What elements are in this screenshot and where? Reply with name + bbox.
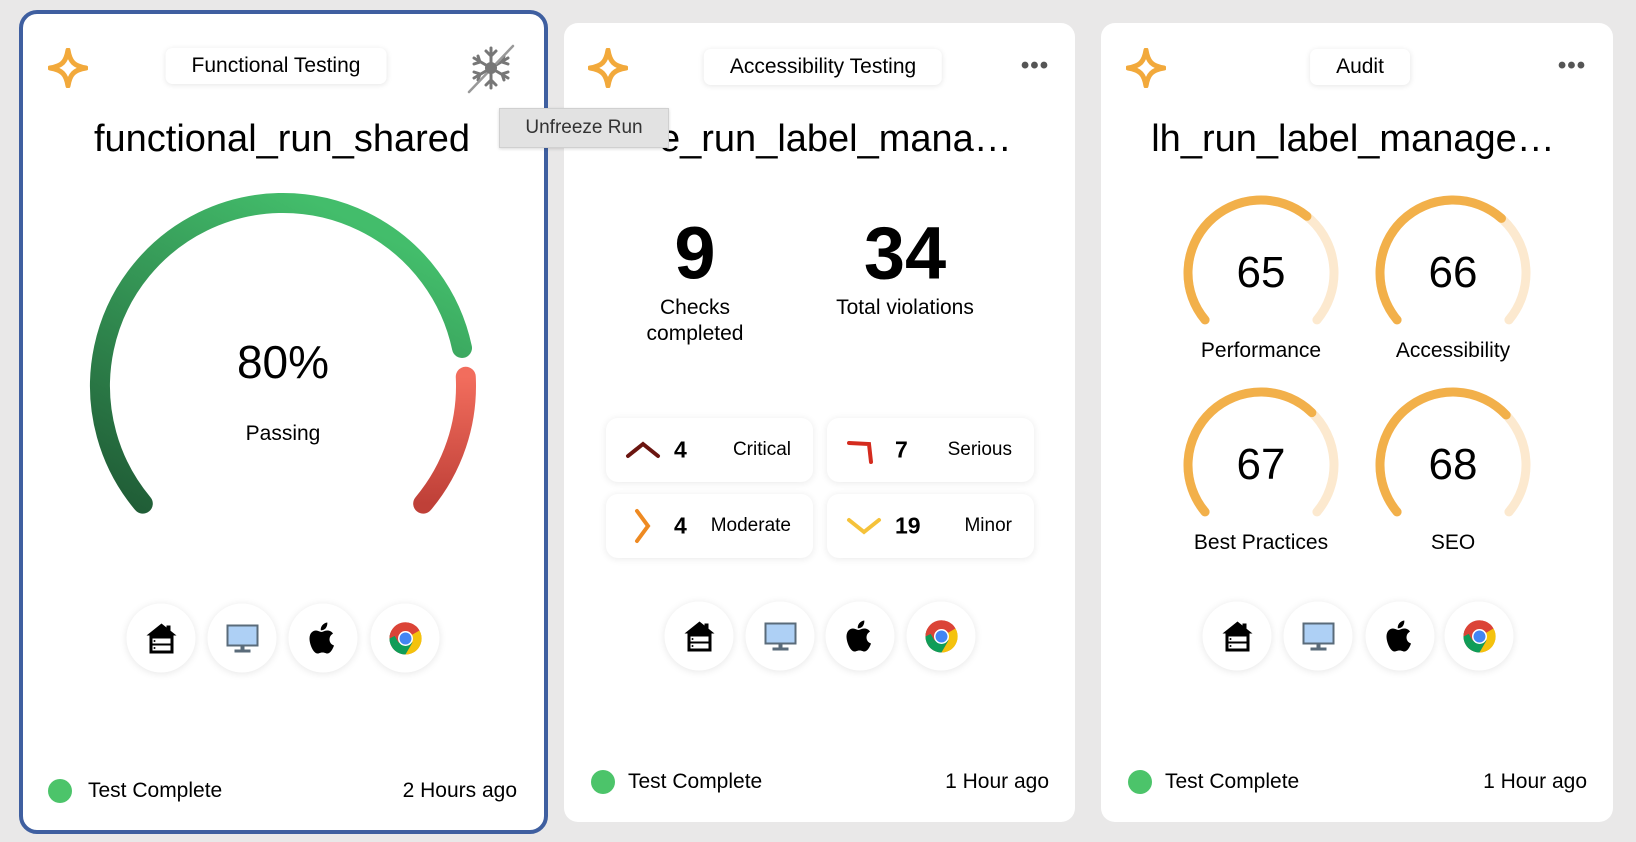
monitor-badge[interactable] [745, 601, 815, 671]
score-label: Accessibility [1395, 339, 1511, 362]
moderate-chevron-right-icon [635, 509, 651, 543]
server-house-icon [146, 623, 176, 653]
severity-count: 4 [674, 436, 687, 463]
severity-count: 19 [895, 512, 921, 539]
monitor-icon [226, 624, 258, 652]
unfreeze-snowflake-icon[interactable] [465, 42, 517, 94]
chrome-icon [1462, 619, 1496, 653]
score-label: Performance [1200, 339, 1322, 362]
severity-moderate[interactable]: 4 Moderate [606, 494, 813, 558]
unfreeze-run-tooltip: Unfreeze Run [499, 108, 669, 148]
total-violations-value: 34 [863, 211, 947, 295]
apple-badge[interactable] [288, 603, 358, 673]
chrome-badge[interactable] [370, 603, 440, 673]
more-options-icon[interactable]: ••• [1021, 52, 1049, 80]
score-value: 65 [1236, 248, 1286, 297]
checks-label-line1: Checks [659, 296, 731, 319]
sparkle-icon [48, 48, 88, 88]
severity-count: 4 [674, 512, 687, 539]
severity-label: Moderate [710, 515, 791, 536]
time-ago: 1 Hour ago [1483, 770, 1587, 793]
score-label: SEO [1430, 531, 1476, 554]
sparkle-icon [1126, 48, 1166, 88]
severity-count: 7 [895, 436, 908, 463]
monitor-badge[interactable] [207, 603, 277, 673]
monitor-badge[interactable] [1283, 601, 1353, 671]
sparkle-icon [588, 48, 628, 88]
severity-label: Critical [732, 439, 791, 460]
apple-icon [309, 622, 334, 653]
server-house-badge[interactable] [664, 601, 734, 671]
more-options-icon[interactable]: ••• [1558, 52, 1586, 80]
minor-chevron-down-icon [847, 518, 881, 535]
serious-corner-icon [847, 441, 873, 464]
score-value: 66 [1428, 248, 1478, 297]
status-complete-dot [591, 770, 615, 794]
chrome-icon [924, 619, 958, 653]
severity-label: Minor [964, 515, 1012, 536]
server-house-badge[interactable] [1202, 601, 1272, 671]
status-complete-dot [48, 779, 72, 803]
checks-completed-label: Checks completed [647, 295, 744, 347]
server-house-badge[interactable] [126, 603, 196, 673]
status-text: Test Complete [1165, 770, 1300, 793]
passing-percent: 80% [236, 336, 330, 388]
run-title[interactable]: functional_run_shared [94, 118, 470, 161]
run-title[interactable]: lh_run_label_manage… [1151, 118, 1555, 161]
server-house-icon [1222, 621, 1252, 651]
severity-minor[interactable]: 19 Minor [827, 494, 1034, 558]
time-ago: 2 Hours ago [402, 779, 517, 802]
apple-badge[interactable] [1365, 601, 1435, 671]
checks-label-line2: completed [646, 322, 744, 345]
passing-caption: Passing [245, 422, 321, 445]
time-ago: 1 Hour ago [945, 770, 1049, 793]
severity-label: Serious [947, 439, 1012, 460]
status-text: Test Complete [88, 779, 223, 802]
chrome-badge[interactable] [906, 601, 976, 671]
run-title[interactable]: e_run_label_mana… [659, 118, 1012, 161]
chrome-icon [388, 621, 422, 655]
card-type-label: Accessibility Testing [703, 49, 943, 85]
apple-icon [846, 620, 871, 651]
score-label: Best Practices [1193, 531, 1329, 554]
score-value: 67 [1236, 440, 1286, 489]
chrome-badge[interactable] [1444, 601, 1514, 671]
severity-serious[interactable]: 7 Serious [827, 418, 1034, 482]
server-house-icon [684, 621, 714, 651]
critical-chevron-up-icon [626, 441, 660, 458]
status-text: Test Complete [628, 770, 763, 793]
card-type-label: Audit [1310, 49, 1410, 85]
apple-icon [1386, 620, 1411, 651]
severity-critical[interactable]: 4 Critical [606, 418, 813, 482]
total-violations-label: Total violations [836, 296, 974, 319]
monitor-icon [764, 622, 796, 650]
apple-badge[interactable] [825, 601, 895, 671]
card-type-label: Functional Testing [165, 48, 387, 84]
monitor-icon [1302, 622, 1334, 650]
score-value: 68 [1428, 440, 1478, 489]
status-complete-dot [1128, 770, 1152, 794]
checks-completed-value: 9 [674, 211, 716, 295]
